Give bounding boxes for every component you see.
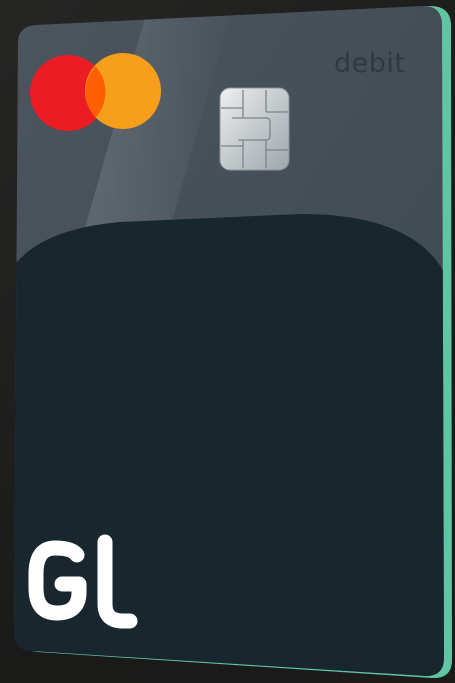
debit-card: debit <box>14 5 452 679</box>
card-type-label: debit <box>334 48 405 79</box>
card-scene: debit <box>0 0 455 683</box>
emv-chip-icon <box>219 87 290 171</box>
